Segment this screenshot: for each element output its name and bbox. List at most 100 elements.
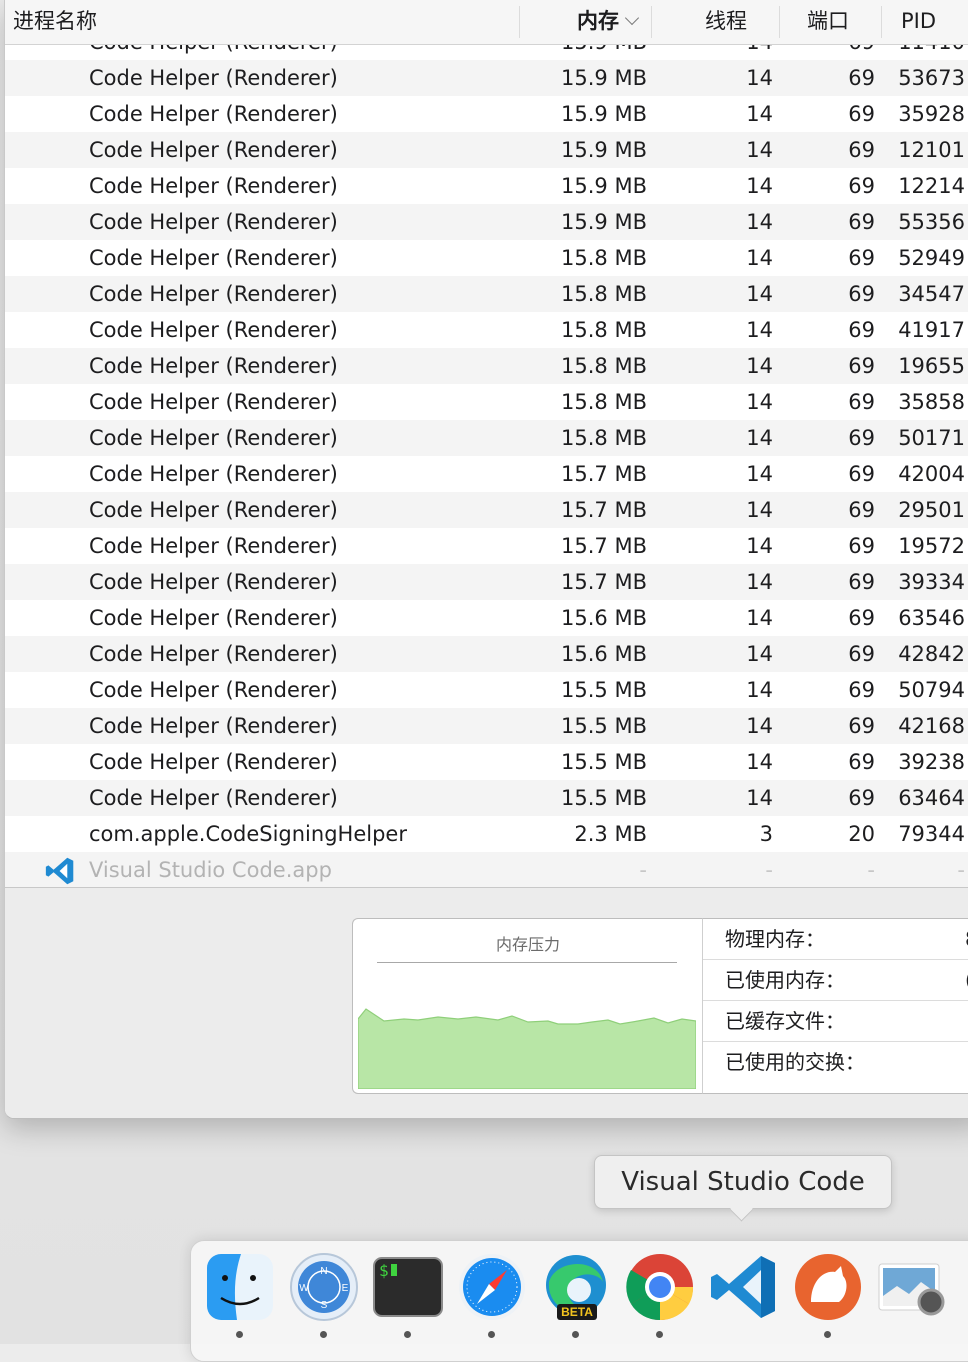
ports-value: 69 (848, 66, 875, 90)
pid-value: - (957, 858, 965, 882)
memory-stat-row: 已缓存文件： (703, 1001, 968, 1042)
ports-value: 69 (848, 246, 875, 270)
column-divider[interactable] (651, 6, 652, 38)
pid-value: 42004 (898, 462, 965, 486)
table-row[interactable]: Code Helper (Renderer) 15.7 MB 14 69 39334 (5, 564, 968, 600)
ports-value: 20 (848, 822, 875, 846)
column-header-threads[interactable]: 线程 (705, 0, 747, 44)
memory-stat-label: 已使用的交换： (725, 1050, 865, 1074)
ports-value: 69 (848, 750, 875, 774)
pid-value: 42842 (898, 642, 965, 666)
table-row[interactable]: Code Helper (Renderer) 15.9 MB 14 69 12101 (5, 132, 968, 168)
table-row[interactable]: Code Helper (Renderer) 15.5 MB 14 69 63464 (5, 780, 968, 816)
table-row[interactable]: Code Helper (Renderer) 15.5 MB 14 69 42168 (5, 708, 968, 744)
table-row[interactable]: Code Helper (Renderer) 15.5 MB 14 69 50794 (5, 672, 968, 708)
table-row[interactable]: Code Helper (Renderer) 15.9 MB 14 69 55356 (5, 204, 968, 240)
memory-stat-label: 物理内存： (725, 927, 825, 951)
svg-text:N: N (320, 1266, 327, 1277)
running-indicator (320, 1331, 327, 1338)
memory-value: 15.8 MB (561, 354, 647, 378)
ports-value: 69 (848, 174, 875, 198)
pid-value: 52949 (898, 246, 965, 270)
memory-value: 2.3 MB (574, 822, 647, 846)
column-divider[interactable] (779, 6, 780, 38)
process-name: com.apple.CodeSigningHelper (89, 822, 407, 846)
threads-value: 14 (746, 606, 773, 630)
pid-value: 39238 (898, 750, 965, 774)
vscode-icon[interactable] (709, 1252, 779, 1322)
table-row[interactable]: Code Helper (Renderer) 15.7 MB 14 69 19572 (5, 528, 968, 564)
svg-text:$: $ (379, 1261, 389, 1280)
memory-value: 15.9 MB (561, 102, 647, 126)
memory-value: - (639, 858, 647, 882)
memory-value: 15.5 MB (561, 750, 647, 774)
table-row[interactable]: Code Helper (Renderer) 15.8 MB 14 69 34547 (5, 276, 968, 312)
ports-value: 69 (848, 318, 875, 342)
running-indicator (404, 1331, 411, 1338)
column-header-memory[interactable]: 内存 (577, 0, 640, 44)
process-name: Code Helper (Renderer) (89, 318, 338, 342)
edge-beta-icon[interactable]: BETA (541, 1252, 611, 1322)
process-name: Code Helper (Renderer) (89, 570, 338, 594)
bear-app-icon[interactable] (793, 1252, 863, 1322)
pid-value: 79344 (898, 822, 965, 846)
column-header-process-name[interactable]: 进程名称 (13, 0, 97, 44)
memory-stats: 物理内存：8已使用内存：(已缓存文件： 已使用的交换： (702, 918, 968, 1094)
table-row[interactable]: Code Helper (Renderer) 15.8 MB 14 69 50171 (5, 420, 968, 456)
pid-value: 35858 (898, 390, 965, 414)
memory-value: 15.5 MB (561, 786, 647, 810)
ports-value: 69 (848, 642, 875, 666)
column-header-pid[interactable]: PID (901, 0, 936, 44)
threads-value: 14 (746, 318, 773, 342)
table-row[interactable]: Code Helper (Renderer) 15.8 MB 14 69 52949 (5, 240, 968, 276)
pid-value: 12214 (898, 174, 965, 198)
table-row[interactable]: Code Helper (Renderer) 15.5 MB 14 69 39238 (5, 744, 968, 780)
table-row[interactable]: Code Helper (Renderer) 15.8 MB 14 69 41917 (5, 312, 968, 348)
threads-value: 14 (746, 462, 773, 486)
ports-value: 69 (848, 426, 875, 450)
pid-value: 29501 (898, 498, 965, 522)
preview-icon[interactable] (877, 1252, 947, 1322)
threads-value: 14 (746, 642, 773, 666)
table-row[interactable]: Code Helper (Renderer) 15.6 MB 14 69 42842 (5, 636, 968, 672)
column-header-memory-label: 内存 (577, 9, 619, 33)
activity-monitor-window: Code Helper (Renderer)15.9 MB146911410Co… (4, 0, 968, 1119)
table-row[interactable]: Code Helper (Renderer) 15.9 MB 14 69 35928 (5, 96, 968, 132)
process-name: Code Helper (Renderer) (89, 498, 338, 522)
chevron-down-icon (624, 10, 640, 26)
table-row[interactable]: Code Helper (Renderer) 15.7 MB 14 69 42004 (5, 456, 968, 492)
threads-value: 14 (746, 282, 773, 306)
terminal-icon[interactable]: $ (373, 1252, 443, 1322)
finder-icon[interactable] (205, 1252, 275, 1322)
column-header-ports[interactable]: 端口 (807, 0, 849, 44)
network-radar-icon[interactable]: N S W E (289, 1252, 359, 1322)
table-row[interactable]: com.apple.CodeSigningHelper 2.3 MB 3 20 7934… (5, 816, 968, 852)
ports-value: 69 (848, 354, 875, 378)
threads-value: 14 (746, 426, 773, 450)
table-row[interactable]: Code Helper (Renderer) 15.8 MB 14 69 35858 (5, 384, 968, 420)
memory-stat-label: 已缓存文件： (725, 1009, 845, 1033)
ports-value: 69 (848, 786, 875, 810)
table-row[interactable]: Code Helper (Renderer) 15.9 MB 14 69 12214 (5, 168, 968, 204)
chrome-icon[interactable] (625, 1252, 695, 1322)
memory-value: 15.6 MB (561, 642, 647, 666)
divider (377, 962, 677, 963)
table-row[interactable]: Code Helper (Renderer) 15.7 MB 14 69 29501 (5, 492, 968, 528)
column-divider[interactable] (881, 6, 882, 38)
running-indicator (656, 1331, 663, 1338)
column-divider[interactable] (519, 6, 520, 38)
threads-value: 14 (746, 102, 773, 126)
pid-value: 50171 (898, 426, 965, 450)
table-row[interactable]: Visual Studio Code.app - - - - (5, 852, 968, 888)
memory-value: 15.8 MB (561, 318, 647, 342)
process-name: Code Helper (Renderer) (89, 174, 338, 198)
pid-value: 63464 (898, 786, 965, 810)
threads-value: 14 (746, 174, 773, 198)
safari-icon[interactable] (457, 1252, 527, 1322)
table-row[interactable]: Code Helper (Renderer) 15.8 MB 14 69 19655 (5, 348, 968, 384)
ports-value: 69 (848, 678, 875, 702)
process-name: Code Helper (Renderer) (89, 642, 338, 666)
table-row[interactable]: Code Helper (Renderer) 15.6 MB 14 69 63546 (5, 600, 968, 636)
table-row[interactable]: Code Helper (Renderer) 15.9 MB 14 69 53673 (5, 60, 968, 96)
table-header: 进程名称 内存 线程 端口 PID (5, 0, 968, 45)
